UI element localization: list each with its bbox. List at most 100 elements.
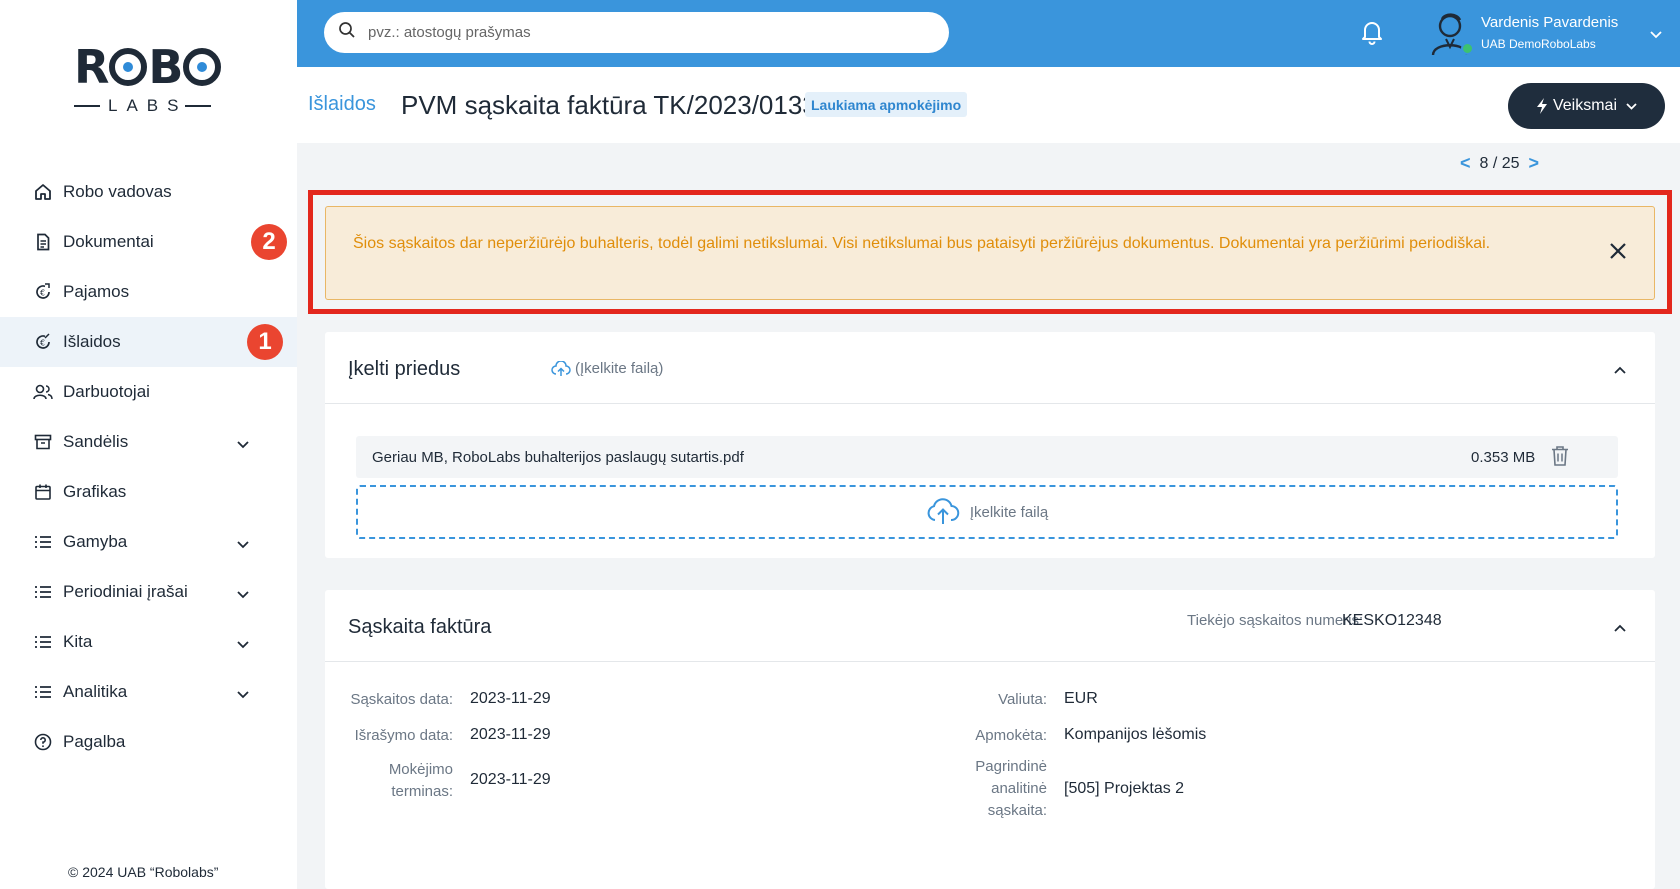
search-input[interactable] [368, 24, 928, 41]
attachments-card-header: Įkelti priedus (Įkelkite failą) [325, 332, 1655, 404]
sidebar-item-label: Išlaidos [63, 332, 121, 351]
topbar: Vardenis Pavardenis UAB DemoRoboLabs [297, 0, 1680, 67]
close-icon[interactable] [1608, 241, 1628, 266]
sidebar-item-islaidos[interactable]: € Išlaidos 1 [0, 317, 297, 367]
help-icon [33, 732, 53, 752]
upload-file-link-label: (Įkelkite failą) [575, 360, 664, 377]
cloud-upload-icon [927, 498, 960, 524]
breadcrumb-islaidos[interactable]: Išlaidos [308, 93, 376, 116]
issue-date-value: 2023-11-29 [470, 726, 551, 743]
analytic-account-label-line1: Pagrindinė [975, 758, 1047, 775]
robolabs-logo[interactable]: RB LABS [74, 44, 224, 122]
sidebar-item-label: Grafikas [63, 482, 127, 501]
avatar[interactable] [1429, 9, 1475, 57]
step-badge-1: 1 [247, 324, 283, 360]
sidebar-item-gamyba[interactable]: Gamyba [0, 517, 297, 567]
sidebar-item-label: Dokumentai [63, 232, 154, 251]
sidebar-item-label: Robo vadovas [63, 182, 172, 201]
supplier-number-label: Tiekėjo sąskaitos numeris: [1187, 612, 1364, 629]
bell-icon[interactable] [1360, 19, 1384, 50]
currency-label: Valiuta: [998, 691, 1047, 708]
paid-by-value: Kompanijos lėšomis [1064, 726, 1207, 743]
invoice-card: Sąskaita faktūra Tiekėjo sąskaitos numer… [325, 590, 1655, 889]
sidebar-item-kita[interactable]: Kita [0, 617, 297, 667]
alert-text: Šios sąskaitos dar neperžiūrėjo buhalter… [353, 235, 1491, 252]
search-icon [338, 21, 356, 44]
chevron-up-icon[interactable] [1613, 362, 1627, 380]
attachment-file-size: 0.353 MB [1471, 449, 1536, 466]
sidebar-item-pagalba[interactable]: Pagalba [0, 717, 297, 767]
income-icon: € [33, 282, 53, 302]
chevron-down-icon[interactable] [236, 635, 250, 655]
attachment-file-name[interactable]: Geriau MB, RoboLabs buhalterijos paslaug… [372, 449, 744, 466]
sidebar-item-label: Pagalba [63, 732, 126, 751]
chevron-down-icon[interactable] [1649, 27, 1663, 45]
sidebar-nav: Robo vadovas Dokumentai 2 € Pajamos € Iš… [0, 167, 297, 767]
review-warning-alert: Šios sąskaitos dar neperžiūrėjo buhalter… [325, 206, 1655, 300]
sidebar-item-darbuotojai[interactable]: Darbuotojai [0, 367, 297, 417]
search-box[interactable] [324, 12, 949, 53]
copyright: © 2024 UAB “Robolabs” [68, 864, 219, 880]
invoice-date-label: Sąskaitos data: [350, 691, 453, 708]
sidebar-item-analitika[interactable]: Analitika [0, 667, 297, 717]
status-badge: Laukiama apmokėjimo [805, 92, 968, 117]
pager-next[interactable]: > [1529, 153, 1540, 174]
lightning-icon [1536, 98, 1547, 114]
sidebar-item-sandelis[interactable]: Sandėlis [0, 417, 297, 467]
main-content: < 8 / 25 > Šios sąskaitos dar neperžiūrė… [297, 143, 1680, 889]
sidebar: RB LABS Robo vadovas Dokumentai 2 € Paja… [0, 0, 297, 889]
chevron-down-icon[interactable] [236, 535, 250, 555]
cloud-upload-icon [551, 360, 571, 376]
pager-position: 8 / 25 [1479, 154, 1520, 172]
sidebar-item-label: Kita [63, 632, 93, 651]
dropzone-label: Įkelkite failą [969, 503, 1049, 521]
user-company: UAB DemoRoboLabs [1481, 37, 1596, 51]
analytic-account-label-line3: sąskaita: [987, 802, 1047, 819]
pager: < 8 / 25 > [1460, 153, 1539, 174]
svg-text:€: € [40, 339, 45, 348]
page-title: PVM sąskaita faktūra TK/2023/0133 [401, 90, 817, 120]
document-icon [33, 232, 53, 252]
chevron-down-icon[interactable] [236, 435, 250, 455]
invoice-title: Sąskaita faktūra [348, 616, 492, 638]
calendar-icon [33, 482, 53, 502]
list-icon [33, 682, 53, 702]
due-date-label-line2: terminas: [391, 783, 453, 800]
attachment-file-row: Geriau MB, RoboLabs buhalterijos paslaug… [356, 436, 1618, 478]
analytic-account-value: [505] Projektas 2 [1064, 780, 1185, 797]
chevron-down-icon[interactable] [236, 585, 250, 605]
sidebar-item-pajamos[interactable]: € Pajamos [0, 267, 297, 317]
pager-prev[interactable]: < [1460, 153, 1471, 174]
sidebar-item-label: Analitika [63, 682, 128, 701]
sidebar-item-robo-vadovas[interactable]: Robo vadovas [0, 167, 297, 217]
invoice-card-header: Sąskaita faktūra Tiekėjo sąskaitos numer… [325, 590, 1655, 662]
chevron-up-icon[interactable] [1613, 620, 1627, 638]
sidebar-item-dokumentai[interactable]: Dokumentai 2 [0, 217, 297, 267]
list-icon [33, 582, 53, 602]
user-name[interactable]: Vardenis Pavardenis [1481, 14, 1618, 31]
page-header: Išlaidos PVM sąskaita faktūra TK/2023/01… [297, 67, 1680, 143]
supplier-number-value: KESKO12348 [1342, 612, 1442, 629]
attachments-card: Įkelti priedus (Įkelkite failą) Geriau M… [325, 332, 1655, 558]
chevron-down-icon[interactable] [236, 685, 250, 705]
analytic-account-label-line2: analitinė [991, 780, 1047, 797]
sidebar-item-grafikas[interactable]: Grafikas [0, 467, 297, 517]
currency-value: EUR [1064, 690, 1098, 707]
home-icon [33, 182, 53, 202]
sidebar-item-label: Sandėlis [63, 432, 129, 451]
sidebar-item-label: Periodiniai įrašai [63, 582, 188, 601]
chevron-down-icon [1626, 102, 1637, 110]
due-date-value: 2023-11-29 [470, 771, 551, 788]
paid-by-label: Apmokėta: [975, 727, 1047, 744]
sidebar-item-periodiniai-irasai[interactable]: Periodiniai įrašai [0, 567, 297, 617]
upload-file-link[interactable]: (Įkelkite failą) [551, 360, 663, 377]
sidebar-item-label: Pajamos [63, 282, 130, 301]
archive-icon [33, 432, 53, 452]
expense-icon: € [33, 332, 53, 352]
file-dropzone[interactable]: Įkelkite failą [356, 485, 1618, 539]
due-date-label-line1: Mokėjimo [388, 761, 453, 778]
trash-icon[interactable] [1551, 445, 1569, 472]
actions-button[interactable]: Veiksmai [1508, 83, 1665, 129]
users-icon [33, 382, 53, 402]
svg-text:€: € [40, 289, 45, 298]
